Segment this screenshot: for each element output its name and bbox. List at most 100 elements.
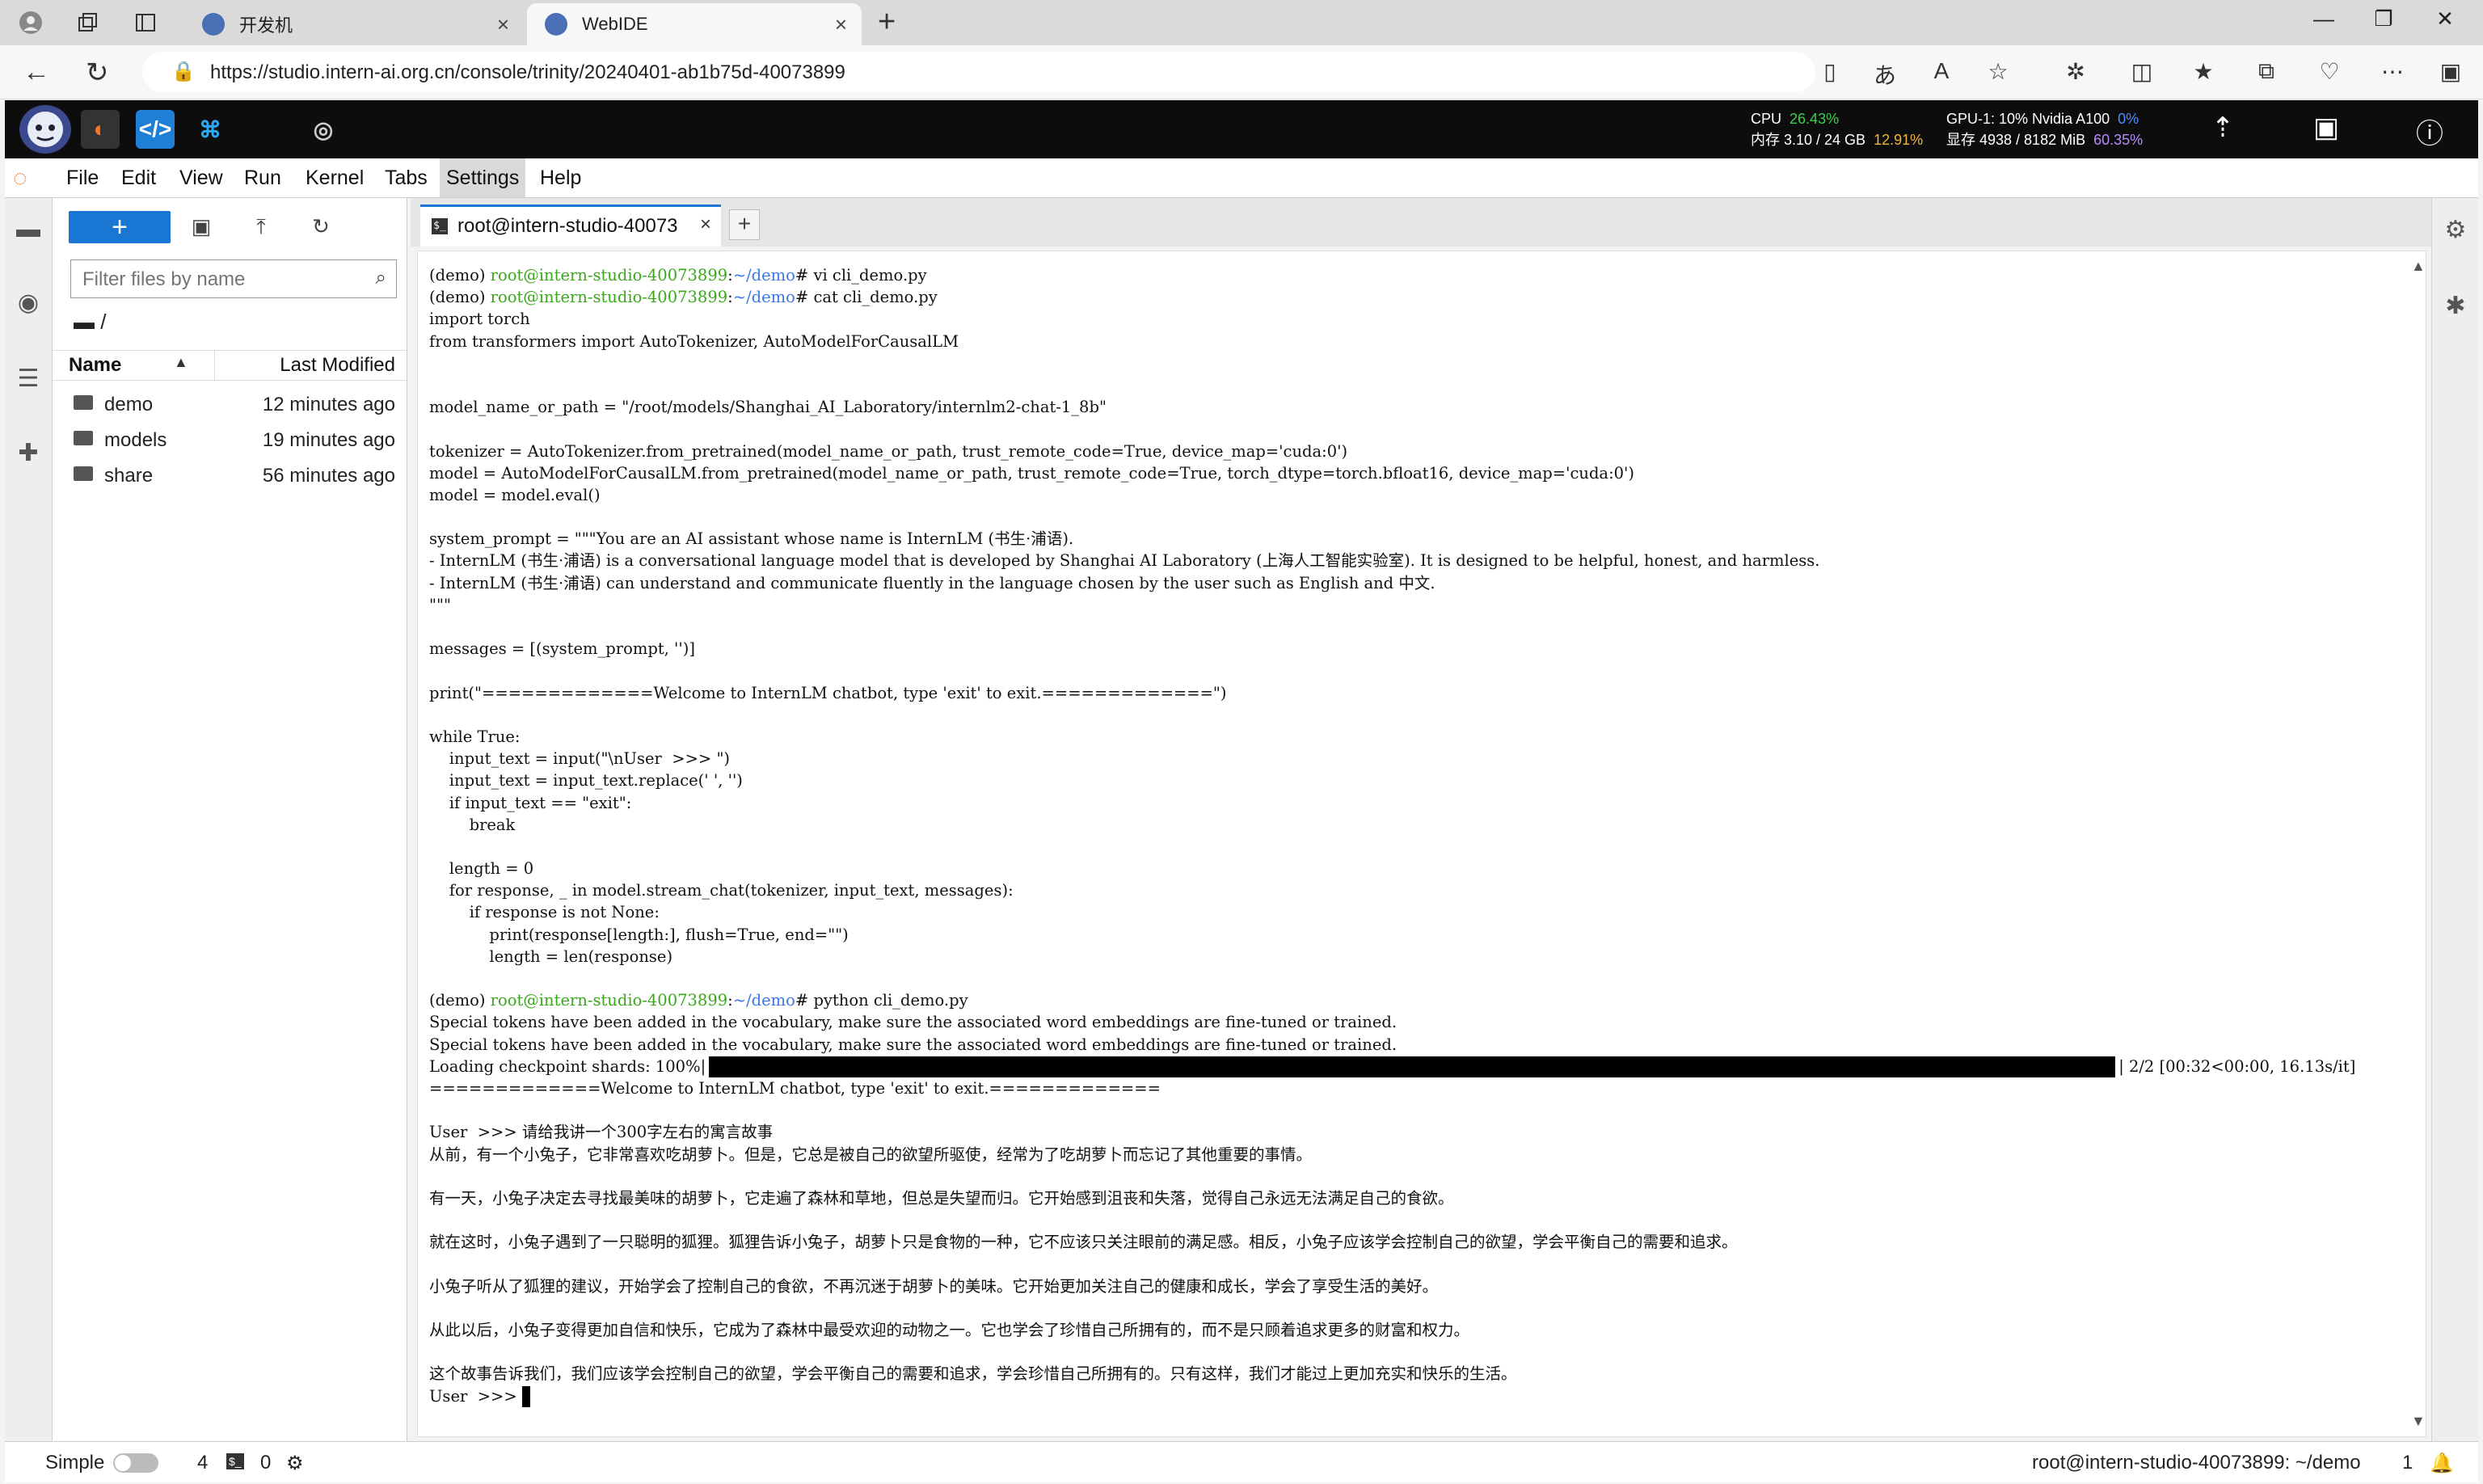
terminal-text: length = 0 — [429, 859, 534, 879]
translate-icon[interactable]: あ — [1867, 58, 1903, 91]
prompt-user: root@intern-studio-40073899 — [490, 288, 728, 307]
back-button[interactable]: ← — [23, 57, 50, 88]
terminal-line: User >>> 请给我讲一个300字左右的寓言故事 — [429, 1121, 2355, 1143]
terminal-text: messages = [(system_prompt, '')] — [429, 639, 695, 659]
new-tab-button[interactable]: + — [878, 5, 896, 40]
terminal-line: if input_text == "exit": — [429, 792, 2355, 814]
prompt-command: # cat cli_demo.py — [795, 288, 938, 307]
file-filter-field[interactable]: ⌕ — [70, 259, 397, 298]
code-server-app-icon[interactable]: </> — [136, 110, 175, 149]
upload-icon[interactable]: ⤒ — [245, 214, 277, 240]
property-inspector-icon[interactable]: ⚙ — [2440, 216, 2471, 247]
monitor-icon[interactable]: ▣ — [2308, 112, 2344, 147]
file-row-demo[interactable]: demo 12 minutes ago — [53, 387, 407, 423]
favorites-icon[interactable]: ★ — [2186, 58, 2221, 85]
debugger-icon[interactable]: ✱ — [2440, 292, 2471, 323]
terminal-line: 从此以后，小兔子变得更加自信和快乐，它成为了森林中最受欢迎的动物之一。它也学会了… — [429, 1319, 2355, 1341]
new-launcher-button[interactable]: + — [69, 211, 171, 243]
profile-icon[interactable] — [16, 8, 45, 37]
extensions-icon[interactable]: ✲ — [2058, 58, 2093, 85]
terminal-panel[interactable]: (demo) root@intern-studio-40073899:~/dem… — [417, 251, 2426, 1437]
info-icon[interactable]: ⓘ — [2412, 112, 2447, 150]
compass-icon[interactable]: ◎ — [304, 110, 343, 149]
browser-tab-webide[interactable]: WebIDE × — [527, 3, 862, 45]
breadcrumb-path: / — [100, 310, 107, 334]
new-folder-icon[interactable]: ▣ — [185, 214, 217, 239]
close-icon[interactable]: × — [835, 12, 847, 37]
split-screen-icon[interactable]: ◫ — [2124, 58, 2160, 85]
menu-help[interactable]: Help — [533, 158, 588, 197]
menu-kernel[interactable]: Kernel — [299, 158, 370, 197]
refresh-icon[interactable]: ↻ — [305, 214, 337, 239]
prompt-command: # python cli_demo.py — [795, 991, 968, 1010]
prompt-command: # vi cli_demo.py — [795, 266, 927, 285]
terminal-line: Loading checkpoint shards: 100%| | 2/2 [0… — [429, 1056, 2356, 1078]
menu-view[interactable]: View — [173, 158, 230, 197]
jupyter-app-icon[interactable]: ◐ — [81, 110, 120, 149]
terminal-line: 从前，有一个小兔子，它非常喜欢吃胡萝卜。但是，它总是被自己的欲望所驱使，经常为了… — [429, 1144, 2355, 1166]
collections-icon[interactable]: ⧉ — [2249, 58, 2284, 85]
browser-toolbar: ← ↻ 🔒 https://studio.intern-ai.org.cn/co… — [0, 45, 2483, 99]
scroll-down-icon[interactable]: ▼ — [2411, 1413, 2426, 1430]
terminal-line: input_text = input_text.replace(' ', '') — [429, 769, 2355, 791]
reload-button[interactable]: ↻ — [86, 57, 109, 89]
breadcrumb[interactable]: ▬ / — [74, 310, 106, 335]
terminal-scrollbar[interactable]: ▲ ▼ — [2408, 251, 2426, 1436]
right-sidebar-rail: ⚙ ✱ — [2431, 198, 2479, 1441]
folder-icon[interactable]: ▬ — [13, 216, 44, 247]
restore-button[interactable]: ❐ — [2355, 6, 2412, 32]
tab-terminal[interactable]: $_ root@intern-studio-40073 × — [420, 204, 721, 247]
reading-view-icon[interactable]: ▯ — [1812, 58, 1848, 85]
add-tab-button[interactable]: + — [729, 209, 760, 240]
file-row-share[interactable]: share 56 minutes ago — [53, 458, 407, 494]
table-of-contents-icon[interactable]: ☰ — [13, 365, 44, 395]
menu-edit[interactable]: Edit — [115, 158, 162, 197]
sidebar-icon[interactable]: ▣ — [2433, 58, 2468, 85]
read-aloud-icon[interactable]: A — [1924, 58, 1959, 84]
running-kernels-icon[interactable]: ◉ — [13, 289, 44, 319]
search-icon: ⌕ — [375, 267, 386, 289]
menu-file[interactable]: File — [60, 158, 105, 197]
bell-icon[interactable]: 🔔 — [2430, 1452, 2454, 1475]
mem-label: 内存 3.10 / 24 GB — [1751, 132, 1866, 148]
name-column-header[interactable]: Name — [69, 354, 121, 377]
vscode-app-icon[interactable]: ⌘ — [191, 110, 230, 149]
browser-tab-devmachine[interactable]: 开发机 × — [184, 3, 524, 45]
terminal-line: (demo) root@intern-studio-40073899:~/dem… — [429, 286, 2355, 308]
tensorflow-icon[interactable]: ⇡ — [2205, 112, 2241, 147]
simple-mode-label: Simple — [45, 1452, 105, 1473]
menu-tabs[interactable]: Tabs — [378, 158, 434, 197]
prompt-env: (demo) — [429, 991, 491, 1010]
menu-settings[interactable]: Settings — [440, 158, 526, 197]
simple-mode-toggle[interactable] — [113, 1453, 158, 1473]
close-icon[interactable]: × — [700, 213, 711, 236]
address-bar[interactable]: 🔒 https://studio.intern-ai.org.cn/consol… — [142, 52, 1815, 92]
favorite-star-icon[interactable]: ☆ — [1980, 58, 2016, 85]
extensions-puzzle-icon[interactable]: ✚ — [13, 439, 44, 470]
terminal-line: system_prompt = """You are an AI assista… — [429, 528, 2355, 550]
file-row-models[interactable]: models 19 minutes ago — [53, 423, 407, 458]
file-modified: 12 minutes ago — [262, 394, 395, 415]
close-icon[interactable]: × — [497, 12, 509, 37]
prompt-separator: : — [727, 288, 733, 307]
terminal-line: for response, _ in model.stream_chat(tok… — [429, 879, 2355, 901]
workspaces-icon[interactable] — [73, 8, 102, 37]
scroll-up-icon[interactable]: ▲ — [2411, 258, 2426, 275]
menu-run[interactable]: Run — [238, 158, 288, 197]
intern-logo-icon[interactable] — [19, 105, 71, 154]
browser-tab-title: WebIDE — [582, 14, 648, 34]
terminal-line: 就在这时，小兔子遇到了一只聪明的狐狸。狐狸告诉小兔子，胡萝卜只是食物的一种，它不… — [429, 1231, 2355, 1253]
terminal-line: =============Welcome to InternLM chatbot… — [429, 1077, 2355, 1099]
file-filter-input[interactable] — [81, 267, 359, 293]
browser-essentials-icon[interactable]: ♡ — [2312, 58, 2347, 85]
minimize-button[interactable]: — — [2295, 6, 2352, 32]
window-close-button[interactable]: ✕ — [2417, 6, 2473, 32]
modified-column-header[interactable]: Last Modified — [280, 354, 395, 377]
terminal-line: length = 0 — [429, 858, 2355, 879]
more-menu-icon[interactable]: ⋯ — [2375, 58, 2410, 85]
progress-tail: | 2/2 [00:32<00:00, 16.13s/it] — [2118, 1056, 2356, 1076]
tab-actions-icon[interactable] — [131, 8, 160, 37]
cpu-label: CPU — [1751, 111, 1782, 127]
